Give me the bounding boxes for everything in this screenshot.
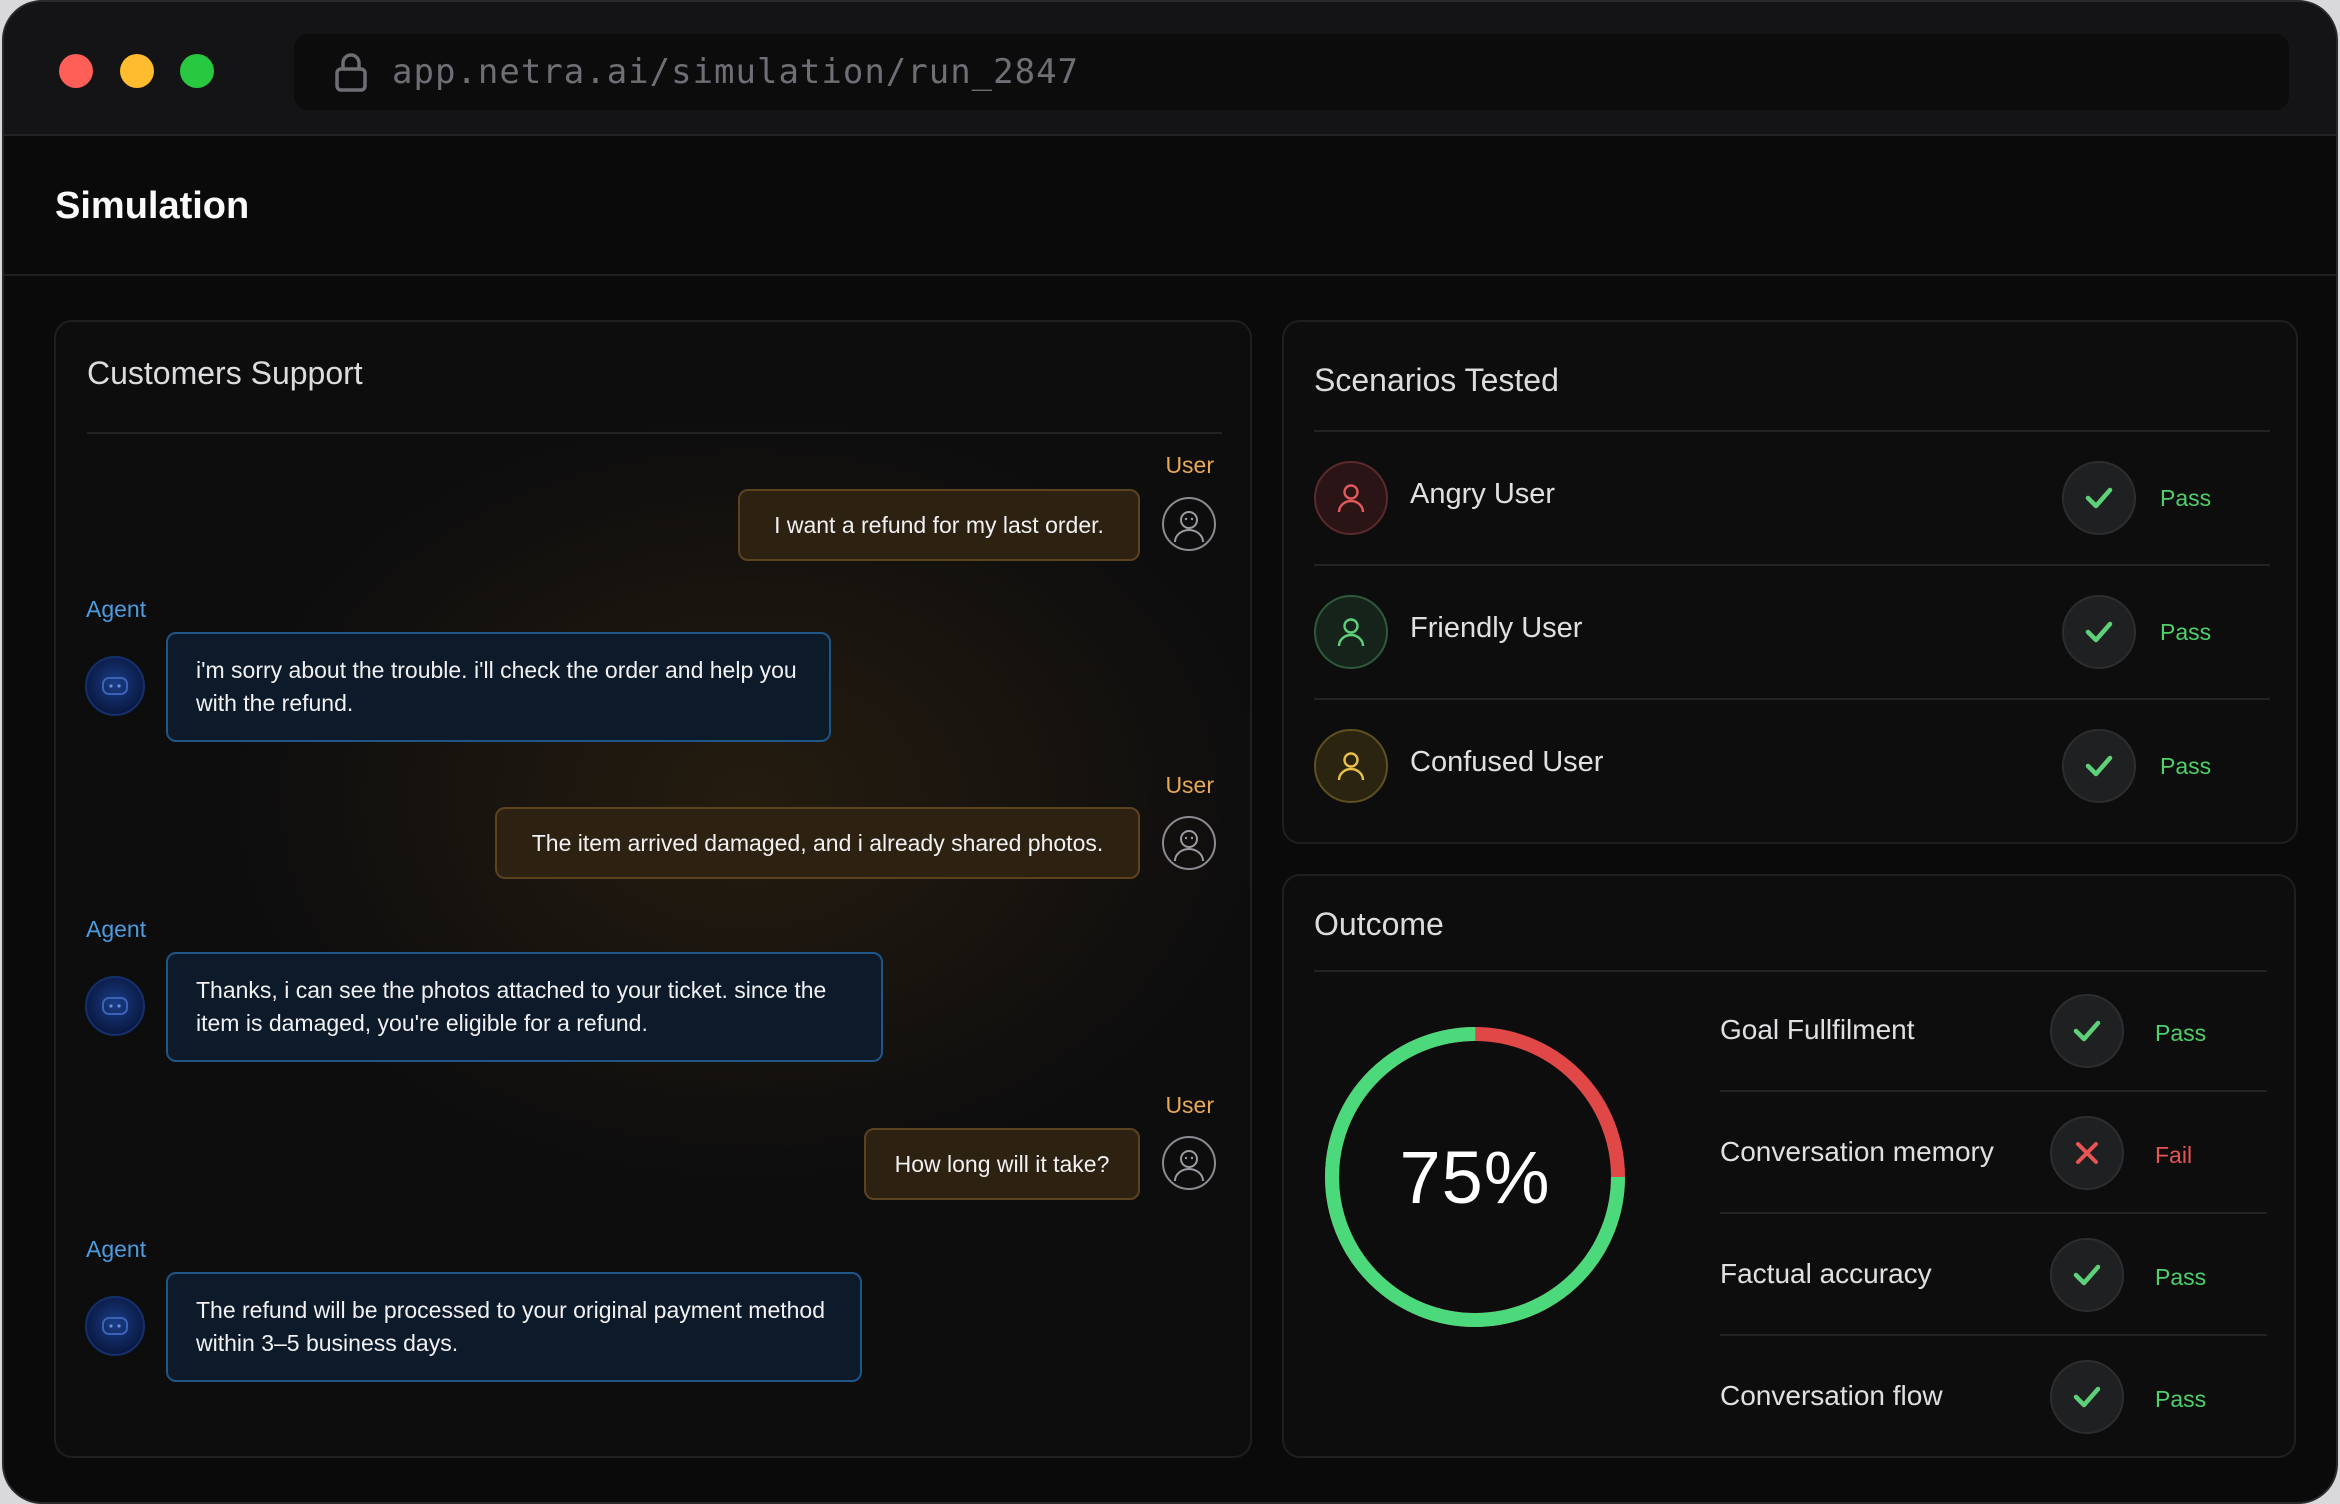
scenario-row-friendly-user[interactable]: Friendly User Pass xyxy=(1314,566,2270,700)
message-role-user: User xyxy=(1165,452,1214,478)
pass-check-icon xyxy=(2062,461,2136,535)
pass-check-icon xyxy=(2062,595,2136,669)
status-badge: Pass xyxy=(2155,1386,2207,1412)
scenario-row-angry-user[interactable]: Angry User Pass xyxy=(1314,432,2270,566)
user-avatar xyxy=(1162,816,1216,870)
close-window-button[interactable] xyxy=(59,54,93,88)
scenarios-panel: Scenarios Tested Angry User Pass Friendl… xyxy=(1282,320,2298,844)
scenario-label: Confused User xyxy=(1410,746,1604,778)
status-badge: Fail xyxy=(2155,1142,2193,1168)
message-text: i'm sorry about the trouble. i'll check … xyxy=(196,657,797,716)
url-text: app.netra.ai/simulation/run_2847 xyxy=(392,52,1080,92)
agent-message-bubble: The refund will be processed to your ori… xyxy=(166,1272,862,1382)
minimize-window-button[interactable] xyxy=(120,54,154,88)
message-text: The item arrived damaged, and i already … xyxy=(531,829,1104,856)
pass-check-icon xyxy=(2050,994,2124,1068)
message-role-agent: Agent xyxy=(86,596,147,622)
pass-check-icon xyxy=(2062,729,2136,803)
friendly-user-icon xyxy=(1314,595,1388,669)
message-text: How long will it take? xyxy=(894,1150,1110,1177)
scenario-label: Friendly User xyxy=(1410,612,1583,644)
lock-icon xyxy=(334,52,368,92)
outcome-panel: Outcome 75% Goal Fullfilment Pass Conver… xyxy=(1282,874,2296,1458)
score-percentage: 75% xyxy=(1399,1135,1551,1219)
outcome-row-goal-fulfilment[interactable]: Goal Fullfilment Pass xyxy=(1720,970,2267,1092)
agent-message-bubble: Thanks, i can see the photos attached to… xyxy=(166,952,883,1062)
status-badge: Pass xyxy=(2160,485,2212,511)
user-avatar xyxy=(1162,1136,1216,1190)
user-message-bubble: I want a refund for my last order. xyxy=(738,489,1140,561)
status-badge: Pass xyxy=(2155,1020,2207,1046)
agent-avatar xyxy=(85,656,145,716)
message-role-agent: Agent xyxy=(86,1236,147,1262)
message-text: I want a refund for my last order. xyxy=(774,511,1104,538)
outcome-row-conversation-memory[interactable]: Conversation memory Fail xyxy=(1720,1092,2267,1214)
agent-avatar xyxy=(85,976,145,1036)
outcome-label: Conversation flow xyxy=(1720,1380,1943,1411)
confused-user-icon xyxy=(1314,729,1388,803)
divider xyxy=(87,432,1222,434)
browser-window: app.netra.ai/simulation/run_2847 Simulat… xyxy=(2,0,2338,1504)
outcome-panel-title: Outcome xyxy=(1314,906,1444,942)
user-message-bubble: The item arrived damaged, and i already … xyxy=(495,807,1140,879)
outcome-label: Factual accuracy xyxy=(1720,1258,1932,1289)
status-badge: Pass xyxy=(2160,753,2212,779)
message-role-agent: Agent xyxy=(86,916,147,942)
message-role-user: User xyxy=(1165,1092,1214,1118)
app-header: Simulation xyxy=(4,138,2336,276)
status-badge: Pass xyxy=(2160,619,2212,645)
page-title: Simulation xyxy=(55,184,250,227)
user-message-bubble: How long will it take? xyxy=(864,1128,1140,1200)
chat-panel-title: Customers Support xyxy=(87,355,363,391)
scenario-label: Angry User xyxy=(1410,478,1556,510)
pass-check-icon xyxy=(2050,1360,2124,1434)
fail-x-icon xyxy=(2050,1116,2124,1190)
chat-panel: Customers Support User I want a refund f… xyxy=(54,320,1252,1458)
angry-user-icon xyxy=(1314,461,1388,535)
scenarios-panel-title: Scenarios Tested xyxy=(1314,362,1559,398)
outcome-label: Conversation memory xyxy=(1720,1136,1994,1167)
browser-titlebar: app.netra.ai/simulation/run_2847 xyxy=(4,2,2336,136)
outcome-row-conversation-flow[interactable]: Conversation flow Pass xyxy=(1720,1336,2267,1458)
maximize-window-button[interactable] xyxy=(180,54,214,88)
scenario-row-confused-user[interactable]: Confused User Pass xyxy=(1314,700,2270,834)
message-role-user: User xyxy=(1165,772,1214,798)
pass-check-icon xyxy=(2050,1238,2124,1312)
message-text: Thanks, i can see the photos attached to… xyxy=(196,977,827,1036)
user-avatar xyxy=(1162,497,1216,551)
outcome-row-factual-accuracy[interactable]: Factual accuracy Pass xyxy=(1720,1214,2267,1336)
message-text: The refund will be processed to your ori… xyxy=(196,1297,826,1356)
agent-avatar xyxy=(85,1296,145,1356)
agent-message-bubble: i'm sorry about the trouble. i'll check … xyxy=(166,632,831,742)
address-bar[interactable]: app.netra.ai/simulation/run_2847 xyxy=(294,34,2289,110)
outcome-label: Goal Fullfilment xyxy=(1720,1014,1915,1045)
status-badge: Pass xyxy=(2155,1264,2207,1290)
